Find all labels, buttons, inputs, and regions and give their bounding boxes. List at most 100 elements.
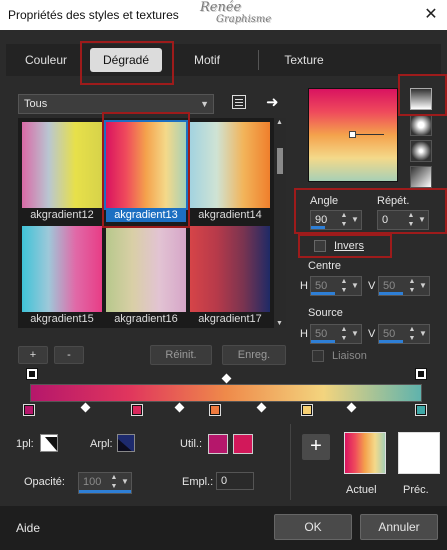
transparency-midpoint[interactable] — [221, 373, 232, 384]
chevron-down-icon[interactable]: ▼ — [350, 277, 360, 295]
center-label: Centre — [308, 260, 342, 272]
gradient-item-akgradient12[interactable]: akgradient12 — [22, 122, 102, 222]
title-bar: Propriétés des styles et textures Renée … — [0, 0, 447, 30]
highlight-selected-gradient — [102, 112, 190, 228]
ok-button[interactable]: OK — [274, 514, 352, 540]
up-down-arrows-icon[interactable]: ▲ ▼ — [407, 277, 417, 295]
gradient-swatch — [106, 226, 186, 312]
gradient-name: akgradient14 — [198, 209, 262, 221]
source-h-fill — [311, 340, 335, 343]
source-h-stepper[interactable]: 50 ▲ ▼ ▼ — [310, 324, 362, 344]
color-stop[interactable] — [415, 404, 427, 416]
gradient-name: akgradient12 — [30, 209, 94, 221]
up-down-arrows-icon[interactable]: ▲ ▼ — [339, 277, 349, 295]
center-v-stepper[interactable]: 50 ▲ ▼ ▼ — [378, 276, 430, 296]
watermark-top: Renée — [200, 0, 242, 15]
tab-divider — [258, 50, 259, 70]
center-v-value: 50 — [383, 280, 396, 292]
gradient-name: akgradient17 — [198, 313, 262, 325]
chevron-down-icon[interactable]: ▼ — [350, 325, 360, 343]
center-v-fill — [379, 292, 403, 295]
angle-handle-line[interactable] — [352, 134, 384, 135]
previous-style-swatch[interactable] — [398, 432, 440, 474]
angle-handle-knob[interactable] — [349, 131, 356, 138]
transparency-stop-right[interactable] — [415, 368, 427, 380]
gradient-swatch — [22, 226, 102, 312]
sunburst-type-button[interactable] — [410, 166, 432, 188]
source-v-fill — [379, 340, 403, 343]
up-down-arrows-icon[interactable]: ▲ ▼ — [407, 325, 417, 343]
category-value: Tous — [24, 98, 48, 110]
tab-couleur[interactable]: Couleur — [14, 48, 78, 72]
cancel-button[interactable]: Annuler — [360, 514, 438, 540]
color-stop[interactable] — [23, 404, 35, 416]
chevron-down-icon[interactable]: ▼ — [418, 277, 428, 295]
add-gradient-button[interactable]: + — [18, 346, 48, 364]
source-v-label: V — [368, 328, 376, 340]
gradient-name: akgradient16 — [114, 313, 178, 325]
arrow-right-icon[interactable]: ➜ — [266, 93, 279, 111]
location-field[interactable]: 0 — [216, 472, 254, 490]
library-icon[interactable] — [232, 95, 246, 109]
link-label[interactable]: Liaison — [332, 350, 367, 362]
window-title: Propriétés des styles et textures — [8, 8, 179, 22]
previous-label: Préc. — [403, 484, 429, 496]
color-midpoint[interactable] — [174, 402, 185, 413]
up-down-arrows-icon[interactable]: ▲ ▼ — [339, 325, 349, 343]
source-v-stepper[interactable]: 50 ▲ ▼ ▼ — [378, 324, 430, 344]
opacity-fill — [79, 490, 131, 493]
scroll-down-icon[interactable]: ▼ — [276, 320, 283, 327]
preview-divider — [290, 424, 291, 500]
color-midpoint[interactable] — [80, 402, 91, 413]
highlight-linear-type — [398, 74, 447, 116]
chevron-down-icon: ▼ — [200, 99, 209, 109]
close-icon[interactable]: ✕ — [421, 4, 441, 24]
help-link[interactable]: Aide — [16, 521, 40, 535]
tab-motif[interactable]: Motif — [180, 48, 234, 72]
color-midpoint[interactable] — [346, 402, 357, 413]
reset-button[interactable]: Réinit. — [150, 345, 212, 365]
center-h-value: 50 — [315, 280, 328, 292]
foreground-style-button[interactable] — [40, 434, 58, 452]
category-select[interactable]: Tous ▼ — [18, 94, 214, 114]
gradient-item-akgradient14[interactable]: akgradient14 — [190, 122, 270, 222]
center-h-fill — [311, 292, 335, 295]
color-stop[interactable] — [301, 404, 314, 416]
scroll-thumb[interactable] — [277, 148, 283, 174]
color-midpoint[interactable] — [256, 402, 267, 413]
center-h-label: H — [300, 280, 308, 292]
util-label: Util.: — [180, 438, 202, 450]
used-color-swatch-1[interactable] — [208, 434, 228, 454]
remove-gradient-button[interactable]: - — [54, 346, 84, 364]
arpl-label: Arpl: — [90, 438, 113, 450]
up-down-arrows-icon[interactable]: ▲ ▼ — [109, 473, 119, 491]
chevron-down-icon[interactable]: ▼ — [418, 325, 428, 343]
grid-scrollbar[interactable]: ▲ ▼ — [274, 118, 286, 328]
tab-texture[interactable]: Texture — [270, 48, 338, 72]
add-to-palette-button[interactable]: + — [302, 434, 330, 460]
gradient-editor-bar[interactable] — [30, 384, 422, 402]
color-stop[interactable] — [130, 404, 143, 416]
background-style-button[interactable] — [117, 434, 135, 452]
transparency-stop-left[interactable] — [26, 368, 38, 380]
opacity-stepper[interactable]: 100 ▲ ▼ ▼ — [78, 472, 132, 494]
scroll-up-icon[interactable]: ▲ — [276, 119, 283, 126]
link-checkbox[interactable] — [312, 350, 324, 362]
color-stops-track — [23, 402, 427, 418]
opacity-value: 100 — [83, 476, 102, 488]
gradient-name: akgradient15 — [30, 313, 94, 325]
highlight-tab-degrade — [80, 41, 174, 85]
watermark-logo: Renée Graphisme — [200, 0, 271, 26]
used-color-swatch-2[interactable] — [233, 434, 253, 454]
source-label: Source — [308, 307, 343, 319]
radial-type-button[interactable] — [410, 140, 432, 162]
center-h-stepper[interactable]: 50 ▲ ▼ ▼ — [310, 276, 362, 296]
rectangular-type-button[interactable] — [410, 114, 432, 136]
one-pl-label: 1pl: — [16, 438, 34, 450]
gradient-item-akgradient17[interactable]: akgradient17 — [190, 226, 270, 326]
chevron-down-icon[interactable]: ▼ — [120, 473, 130, 491]
color-stop[interactable] — [209, 404, 222, 416]
gradient-item-akgradient16[interactable]: akgradient16 — [106, 226, 186, 326]
gradient-item-akgradient15[interactable]: akgradient15 — [22, 226, 102, 326]
save-gradient-button[interactable]: Enreg. — [222, 345, 286, 365]
